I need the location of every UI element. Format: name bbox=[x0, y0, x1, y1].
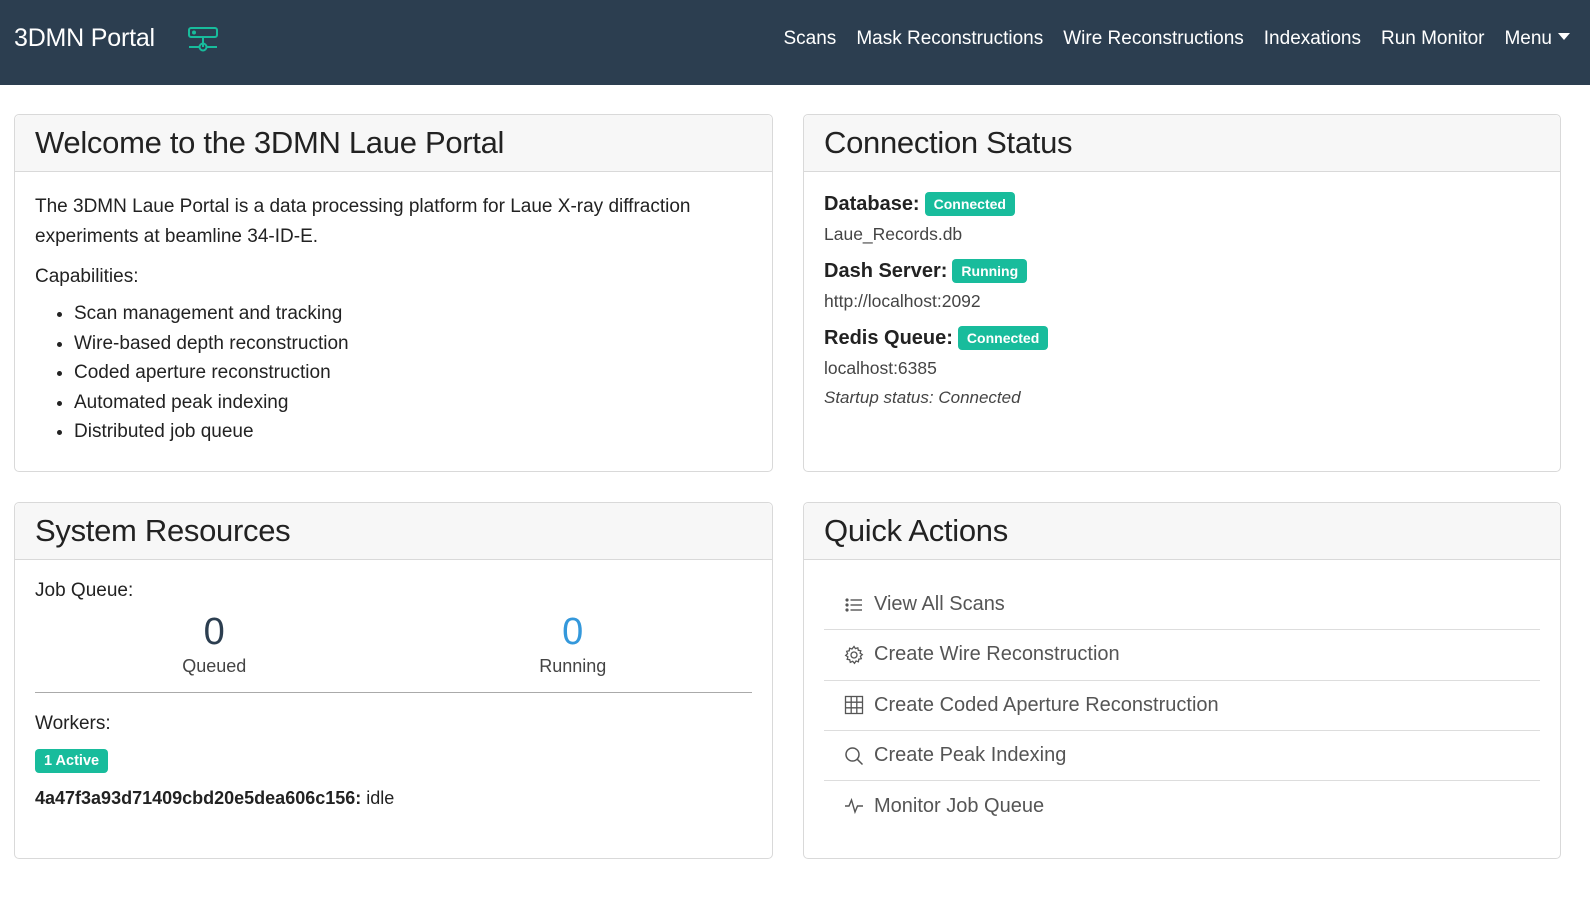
resources-title: System Resources bbox=[35, 513, 291, 548]
workers-badge: 1 Active bbox=[35, 749, 109, 773]
system-resources-card: System Resources Job Queue: 0 Queued 0 R… bbox=[14, 502, 773, 859]
resources-card-body: Job Queue: 0 Queued 0 Running Workers: 1… bbox=[15, 560, 772, 829]
create-wire-reconstruction-action[interactable]: Create Wire Reconstruction bbox=[824, 630, 1540, 681]
action-label: Create Coded Aperture Reconstruction bbox=[874, 693, 1219, 716]
nav-link-run-monitor[interactable]: Run Monitor bbox=[1381, 28, 1485, 50]
nav-link-scans[interactable]: Scans bbox=[784, 28, 837, 50]
list-item: Coded aperture reconstruction bbox=[74, 358, 752, 388]
workers-label: Workers: bbox=[35, 713, 111, 734]
action-label: Create Peak Indexing bbox=[874, 744, 1067, 767]
running-stat: 0 Running bbox=[394, 610, 753, 677]
action-label: View All Scans bbox=[874, 593, 1005, 616]
grid-icon bbox=[844, 696, 864, 715]
status-badge: Connected bbox=[924, 192, 1015, 216]
connection-card-header: Connection Status bbox=[804, 115, 1560, 172]
list-item: Scan management and tracking bbox=[74, 299, 752, 329]
dash-server-label: Dash Server: bbox=[824, 259, 948, 282]
running-count: 0 bbox=[562, 611, 584, 653]
quick-actions-list: View All Scans Create Wire Reconstructio… bbox=[804, 560, 1560, 831]
nav-links: Scans Mask Reconstructions Wire Reconstr… bbox=[764, 28, 1570, 50]
action-label: Create Wire Reconstruction bbox=[874, 643, 1120, 666]
status-badge: Running bbox=[952, 259, 1028, 283]
job-queue-stats: 0 Queued 0 Running bbox=[35, 610, 752, 677]
worker-state: idle bbox=[361, 788, 395, 808]
top-navbar: 3DMN Portal Scans Mask Reconstructions W… bbox=[0, 0, 1590, 85]
welcome-title: Welcome to the 3DMN Laue Portal bbox=[35, 125, 505, 160]
welcome-intro: The 3DMN Laue Portal is a data processin… bbox=[35, 196, 691, 247]
nav-link-mask-reconstructions[interactable]: Mask Reconstructions bbox=[856, 28, 1043, 50]
nav-link-wire-reconstructions[interactable]: Wire Reconstructions bbox=[1063, 28, 1244, 50]
redis-startup-status: Startup status: Connected bbox=[824, 388, 1021, 407]
server-network-icon bbox=[188, 27, 218, 52]
running-label: Running bbox=[539, 656, 607, 676]
menu-label: Menu bbox=[1504, 28, 1552, 49]
queued-stat: 0 Queued bbox=[35, 610, 394, 677]
dash-server-value: http://localhost:2092 bbox=[824, 291, 981, 311]
welcome-card-header: Welcome to the 3DMN Laue Portal bbox=[15, 115, 772, 172]
capabilities-label: Capabilities: bbox=[35, 266, 139, 287]
divider bbox=[35, 692, 752, 693]
create-coded-aperture-reconstruction-action[interactable]: Create Coded Aperture Reconstruction bbox=[824, 681, 1540, 731]
redis-value: localhost:6385 bbox=[824, 358, 937, 378]
view-all-scans-action[interactable]: View All Scans bbox=[824, 580, 1540, 631]
nav-link-indexations[interactable]: Indexations bbox=[1264, 28, 1361, 50]
connection-status-card: Connection Status Database: Connected La… bbox=[803, 114, 1561, 472]
search-icon bbox=[845, 746, 864, 765]
queued-label: Queued bbox=[182, 656, 247, 676]
capabilities-list: Scan management and tracking Wire-based … bbox=[35, 299, 752, 447]
connection-card-body: Database: Connected Laue_Records.db Dash… bbox=[804, 172, 1560, 442]
status-badge: Connected bbox=[957, 326, 1049, 350]
brand-title[interactable]: 3DMN Portal bbox=[14, 24, 155, 53]
quick-actions-title: Quick Actions bbox=[824, 513, 1008, 548]
dash-server-status: Dash Server: Running http://localhost:20… bbox=[824, 259, 1540, 312]
job-queue-label: Job Queue: bbox=[35, 580, 134, 601]
menu-dropdown[interactable]: Menu bbox=[1504, 28, 1570, 50]
list-icon bbox=[845, 598, 862, 612]
list-item: Distributed job queue bbox=[74, 417, 752, 447]
database-value: Laue_Records.db bbox=[824, 224, 963, 244]
list-item: Automated peak indexing bbox=[74, 388, 752, 418]
action-label: Monitor Job Queue bbox=[874, 794, 1045, 817]
quick-actions-card: Quick Actions View All Scans Create Wire… bbox=[803, 502, 1561, 859]
connection-title: Connection Status bbox=[824, 125, 1073, 160]
database-label: Database: bbox=[824, 192, 920, 215]
activity-icon bbox=[845, 798, 863, 815]
create-peak-indexing-action[interactable]: Create Peak Indexing bbox=[824, 731, 1540, 782]
queued-count: 0 bbox=[203, 611, 225, 653]
worker-id: 4a47f3a93d71409cbd20e5dea606c156: bbox=[35, 788, 362, 808]
gear-icon bbox=[844, 645, 864, 665]
actions-card-header: Quick Actions bbox=[804, 503, 1560, 560]
monitor-job-queue-action[interactable]: Monitor Job Queue bbox=[824, 781, 1540, 831]
list-item: Wire-based depth reconstruction bbox=[74, 329, 752, 359]
welcome-card: Welcome to the 3DMN Laue Portal The 3DMN… bbox=[14, 114, 773, 472]
redis-label: Redis Queue: bbox=[824, 326, 953, 349]
welcome-card-body: The 3DMN Laue Portal is a data processin… bbox=[15, 172, 772, 467]
caret-down-icon bbox=[1558, 33, 1570, 40]
database-status: Database: Connected Laue_Records.db bbox=[824, 192, 1540, 245]
resources-card-header: System Resources bbox=[15, 503, 772, 560]
worker-entry: 4a47f3a93d71409cbd20e5dea606c156: idle bbox=[35, 788, 752, 809]
redis-status: Redis Queue: Connected localhost:6385 St… bbox=[824, 326, 1540, 408]
